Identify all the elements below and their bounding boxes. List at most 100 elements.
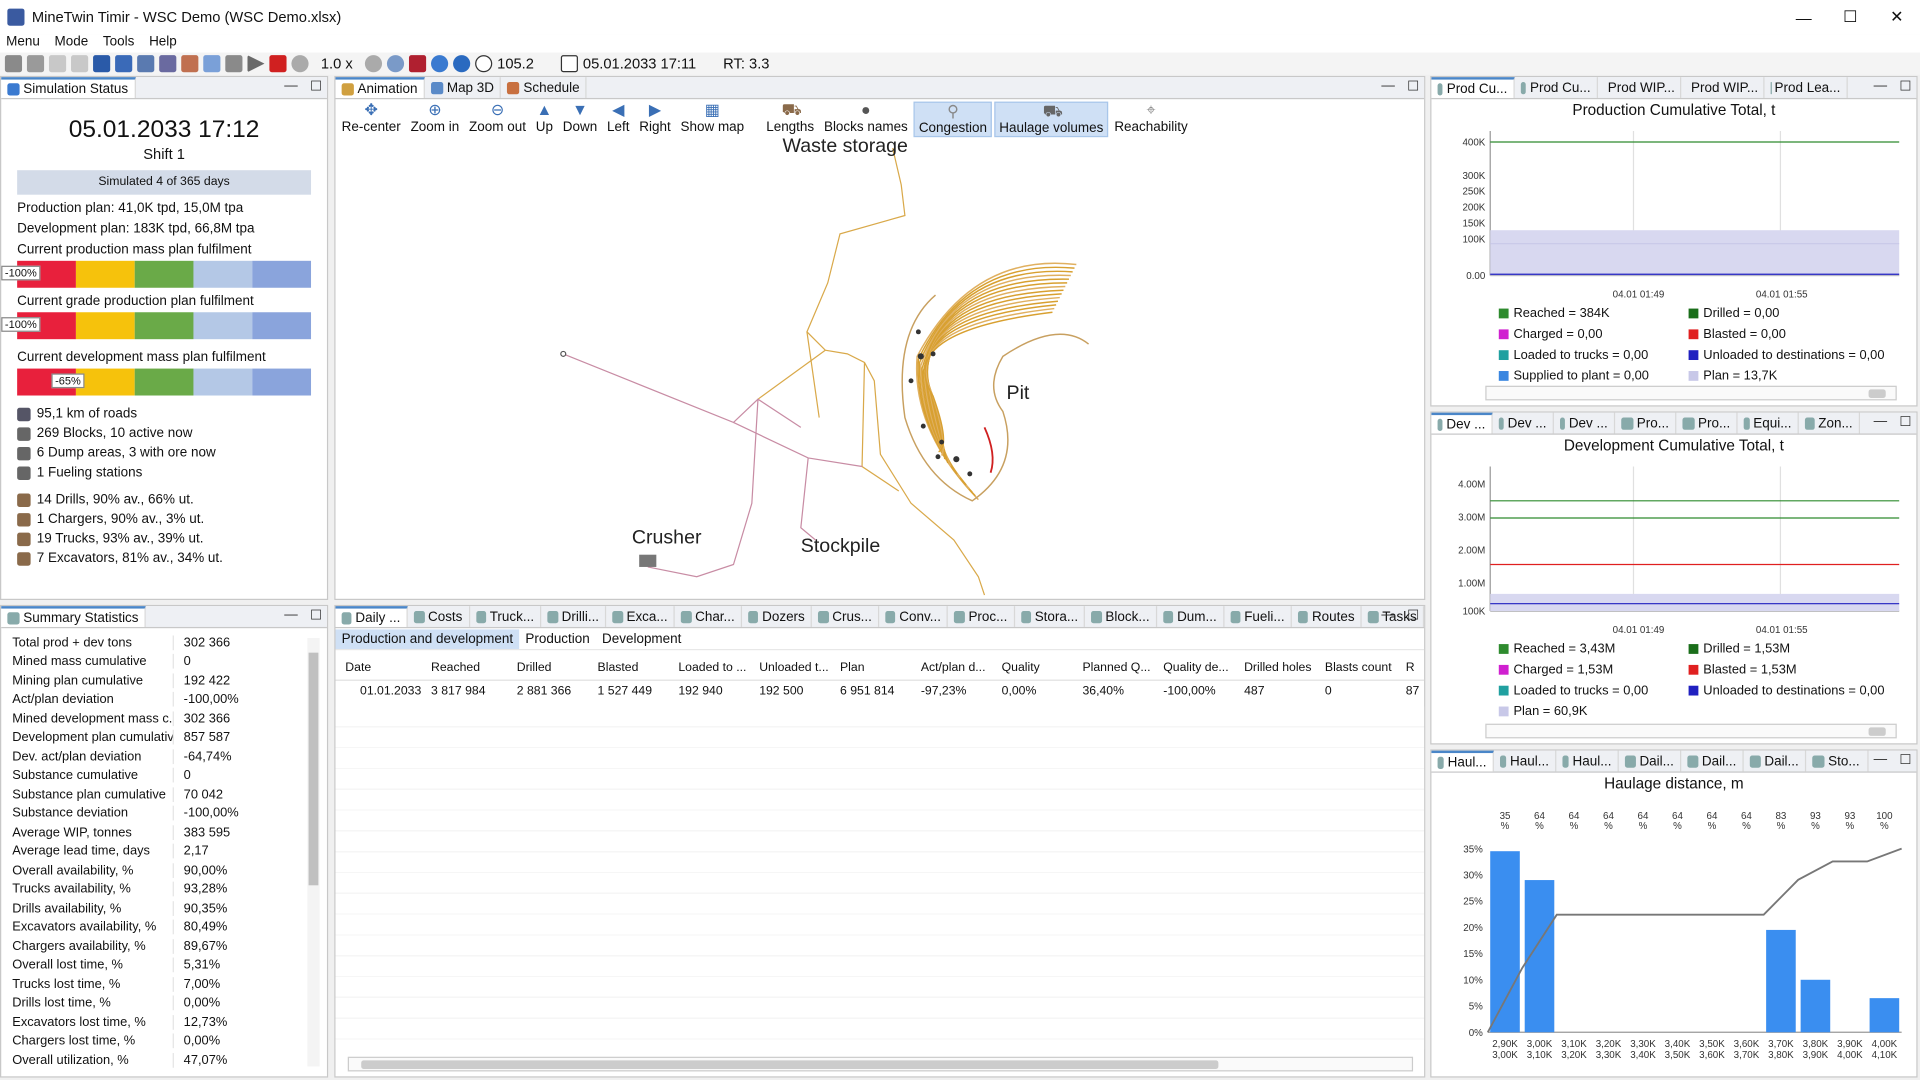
haul-tab-1[interactable]: Haul... bbox=[1494, 750, 1557, 772]
prod-tab-4[interactable]: Prod Lea... bbox=[1765, 77, 1848, 98]
haul-tab-2[interactable]: Haul... bbox=[1556, 750, 1619, 772]
summary-row[interactable]: Substance deviation -100,00% bbox=[1, 804, 327, 823]
reset-icon[interactable] bbox=[291, 55, 309, 73]
summary-row[interactable]: Chargers lost time, % 0,00% bbox=[1, 1032, 327, 1051]
column-header[interactable]: Date bbox=[336, 661, 422, 674]
flask-icon[interactable] bbox=[137, 55, 155, 73]
table-icon[interactable] bbox=[159, 55, 177, 73]
dev-scroll-thumb[interactable] bbox=[1868, 727, 1886, 736]
summary-row[interactable]: Overall lost time, % 5,31% bbox=[1, 956, 327, 975]
chart-icon[interactable] bbox=[93, 55, 111, 73]
minimize-panel-icon[interactable]: — bbox=[1874, 78, 1887, 94]
close-button[interactable]: ✕ bbox=[1873, 0, 1920, 34]
tab-summary-statistics[interactable]: Summary Statistics bbox=[1, 606, 146, 627]
network-icon[interactable] bbox=[181, 55, 199, 73]
column-header[interactable]: Drilled bbox=[507, 661, 588, 674]
maximize-panel-icon[interactable]: ☐ bbox=[1899, 414, 1911, 430]
column-header[interactable]: Act/plan d... bbox=[911, 661, 992, 674]
stop-icon[interactable] bbox=[269, 55, 287, 73]
bottom-tab-4[interactable]: Exca... bbox=[606, 606, 675, 627]
open-icon[interactable] bbox=[4, 55, 23, 73]
maximize-panel-icon[interactable]: ☐ bbox=[310, 78, 322, 95]
dev-tab-3[interactable]: Pro... bbox=[1615, 412, 1677, 434]
bottom-tab-11[interactable]: Block... bbox=[1085, 606, 1157, 627]
dev-tab-5[interactable]: Equi... bbox=[1738, 412, 1799, 434]
summary-scroll-thumb[interactable] bbox=[308, 652, 319, 886]
prod-tab-1[interactable]: Prod Cu... bbox=[1515, 77, 1598, 98]
haul-tab-6[interactable]: Sto... bbox=[1806, 750, 1869, 772]
dev-tab-6[interactable]: Zon... bbox=[1799, 412, 1861, 434]
speed-value[interactable]: 1.0 x bbox=[321, 55, 353, 72]
minimize-panel-icon[interactable]: — bbox=[284, 78, 297, 94]
bottom-tab-1[interactable]: Costs bbox=[408, 606, 470, 627]
maximize-panel-icon[interactable]: ☐ bbox=[1899, 78, 1911, 95]
bottom-tab-8[interactable]: Conv... bbox=[879, 606, 949, 627]
menu-help[interactable]: Help bbox=[149, 34, 177, 52]
zoom-in-button[interactable]: ⊕ Zoom in bbox=[407, 101, 463, 138]
minimize-panel-icon[interactable]: — bbox=[1874, 752, 1887, 768]
save-icon[interactable] bbox=[26, 55, 45, 73]
dev-tab-4[interactable]: Pro... bbox=[1676, 412, 1738, 434]
recenter-button[interactable]: ✥ Re-center bbox=[338, 101, 404, 138]
summary-row[interactable]: Drills lost time, % 0,00% bbox=[1, 994, 327, 1013]
prod-tab-0[interactable]: Prod Cu... bbox=[1431, 77, 1515, 98]
column-header[interactable]: Blasts count bbox=[1315, 661, 1396, 674]
play-icon[interactable] bbox=[247, 55, 265, 73]
sync-icon[interactable] bbox=[453, 55, 471, 73]
lengths-button[interactable]: ⛟ Lengths bbox=[763, 101, 818, 138]
bottom-tab-13[interactable]: Fueli... bbox=[1224, 606, 1292, 627]
subtab-production-development[interactable]: Production and development bbox=[335, 628, 520, 649]
summary-row[interactable]: Mining plan cumulative 192 422 bbox=[1, 671, 327, 690]
table-row[interactable]: 01.01.2033 3 817 984 2 881 366 1 527 449 192… bbox=[336, 681, 1425, 701]
bottom-tab-0[interactable]: Daily ... bbox=[335, 606, 408, 627]
summary-row[interactable]: Trucks lost time, % 7,00% bbox=[1, 975, 327, 994]
haul-tab-0[interactable]: Haul... bbox=[1431, 750, 1494, 772]
column-header[interactable]: Quality de... bbox=[1153, 661, 1234, 674]
summary-row[interactable]: Development plan cumulative 857 587 bbox=[1, 728, 327, 747]
summary-row[interactable]: Substance cumulative 0 bbox=[1, 766, 327, 785]
summary-row[interactable]: Chargers availability, % 89,67% bbox=[1, 937, 327, 956]
column-header[interactable]: Loaded to ... bbox=[669, 661, 750, 674]
summary-scrollbar[interactable] bbox=[307, 637, 320, 1067]
maximize-button[interactable]: ☐ bbox=[1827, 0, 1874, 34]
tab-map-3d[interactable]: Map 3D bbox=[425, 77, 502, 98]
bottom-tab-10[interactable]: Stora... bbox=[1015, 606, 1086, 627]
bottom-tab-5[interactable]: Char... bbox=[675, 606, 743, 627]
dev-tab-2[interactable]: Dev ... bbox=[1554, 412, 1616, 434]
mine-map[interactable]: Waste storage Pit Crusher Stockpile bbox=[336, 136, 1425, 599]
undo-icon[interactable] bbox=[48, 55, 67, 73]
congestion-button[interactable]: ⚲ Congestion bbox=[913, 101, 992, 138]
table-hscrollbar[interactable] bbox=[347, 1056, 1414, 1072]
summary-row[interactable]: Trucks availability, % 93,28% bbox=[1, 880, 327, 899]
bottom-tab-3[interactable]: Drilli... bbox=[541, 606, 607, 627]
column-header[interactable]: Drilled holes bbox=[1234, 661, 1315, 674]
prod-scroll-thumb[interactable] bbox=[1868, 389, 1886, 398]
minimize-panel-icon[interactable]: — bbox=[1381, 78, 1394, 94]
reachability-button[interactable]: ⌖ Reachability bbox=[1111, 101, 1192, 138]
menu-tools[interactable]: Tools bbox=[103, 34, 134, 52]
dev-hscrollbar[interactable] bbox=[1485, 723, 1897, 739]
up-button[interactable]: ▲ Up bbox=[532, 101, 557, 138]
cube-icon[interactable] bbox=[115, 55, 133, 73]
summary-row[interactable]: Mined mass cumulative 0 bbox=[1, 652, 327, 671]
summary-row[interactable]: Act/plan deviation -100,00% bbox=[1, 690, 327, 709]
summary-row[interactable]: Excavators lost time, % 12,73% bbox=[1, 1013, 327, 1032]
minimize-panel-icon[interactable]: — bbox=[1381, 607, 1394, 623]
haulage-volumes-button[interactable]: ⛟ Haulage volumes bbox=[994, 101, 1109, 138]
bottom-tab-12[interactable]: Dum... bbox=[1157, 606, 1225, 627]
blocks-names-button[interactable]: ● Blocks names bbox=[820, 101, 911, 138]
summary-row[interactable]: Mined development mass c... 302 366 bbox=[1, 709, 327, 728]
haul-tab-4[interactable]: Dail... bbox=[1681, 750, 1744, 772]
bottom-tab-9[interactable]: Proc... bbox=[948, 606, 1015, 627]
dev-tab-1[interactable]: Dev ... bbox=[1493, 412, 1554, 434]
minimize-panel-icon[interactable]: — bbox=[284, 607, 297, 623]
maximize-panel-icon[interactable]: ☐ bbox=[310, 607, 322, 624]
column-header[interactable]: R bbox=[1396, 661, 1420, 674]
table-hscroll-thumb[interactable] bbox=[361, 1060, 1219, 1069]
zoom-icon[interactable] bbox=[364, 55, 383, 73]
minimize-panel-icon[interactable]: — bbox=[1874, 414, 1887, 430]
tab-animation[interactable]: Animation bbox=[335, 77, 425, 98]
route-icon[interactable] bbox=[203, 55, 221, 73]
column-header[interactable]: Unloaded t... bbox=[749, 661, 830, 674]
export-icon[interactable] bbox=[225, 55, 243, 73]
